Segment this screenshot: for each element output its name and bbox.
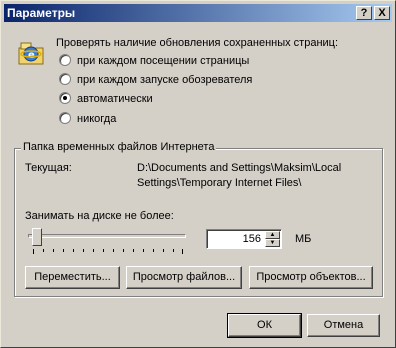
- window-title: Параметры: [7, 6, 76, 20]
- ok-button[interactable]: ОК: [227, 313, 302, 338]
- move-folder-button[interactable]: Переместить...: [25, 266, 120, 289]
- title-bar: Параметры ? X: [4, 4, 392, 22]
- disk-space-slider-track[interactable]: [28, 234, 186, 238]
- slider-ticks: [33, 249, 183, 254]
- radio-every-visit[interactable]: [59, 54, 71, 66]
- radio-every-visit-label: при каждом посещении страницы: [77, 55, 250, 67]
- disk-space-value[interactable]: 156: [243, 233, 261, 245]
- current-folder-label: Текущая:: [25, 162, 72, 174]
- view-objects-button[interactable]: Просмотр объектов...: [249, 266, 373, 289]
- radio-every-start[interactable]: [59, 73, 71, 85]
- spin-up-icon[interactable]: ▲: [265, 231, 280, 239]
- close-button[interactable]: X: [374, 6, 390, 20]
- temp-files-group-label: Папка временных файлов Интернета: [21, 141, 217, 153]
- current-folder-path-line1: D:\Documents and Settings\Maksim\Local: [137, 162, 342, 174]
- view-files-button[interactable]: Просмотр файлов...: [126, 266, 242, 289]
- spin-buttons: ▲ ▼: [265, 231, 280, 247]
- disk-space-spinbox[interactable]: 156 ▲ ▼: [206, 229, 282, 249]
- radio-automatic-label: автоматически: [77, 93, 153, 105]
- radio-every-start-label: при каждом запуске обозревателя: [77, 74, 253, 86]
- check-heading: Проверять наличие обновления сохраненных…: [56, 37, 339, 49]
- cancel-button[interactable]: Отмена: [307, 314, 380, 337]
- current-folder-path-line2: Settings\Temporary Internet Files\: [137, 177, 302, 189]
- disk-space-unit: МБ: [295, 233, 312, 245]
- disk-space-slider-thumb[interactable]: [32, 228, 42, 246]
- radio-automatic[interactable]: [59, 92, 71, 104]
- disk-space-label: Занимать на диске не более:: [25, 210, 174, 222]
- spin-down-icon[interactable]: ▼: [265, 239, 280, 247]
- options-dialog: Параметры ? X e Проверять наличие обновл…: [0, 0, 396, 348]
- radio-never-label: никогда: [77, 113, 117, 125]
- ie-settings-icon: e: [17, 39, 45, 67]
- radio-never[interactable]: [59, 112, 71, 124]
- help-button[interactable]: ?: [356, 6, 372, 20]
